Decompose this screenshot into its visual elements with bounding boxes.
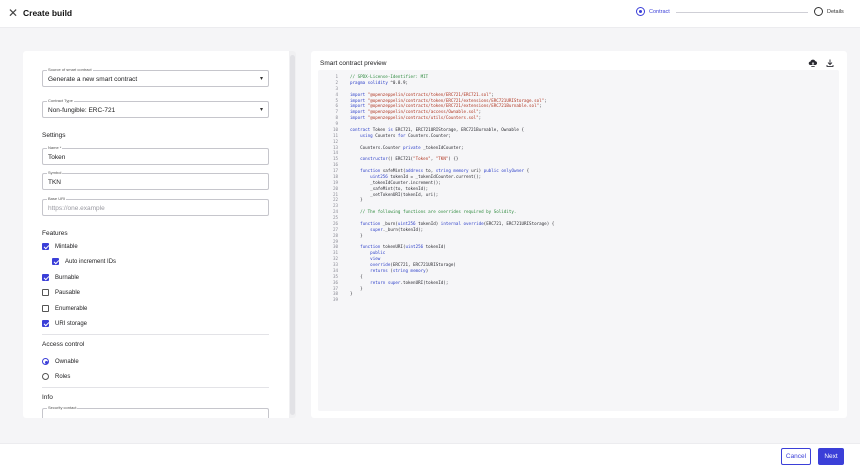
radio-unselected-icon bbox=[42, 373, 49, 380]
checkbox-label: Burnable bbox=[55, 274, 80, 281]
name-field[interactable]: Name * Token bbox=[42, 145, 269, 165]
line-number: 39 bbox=[332, 297, 338, 303]
feature-burnable-checkbox[interactable]: Burnable bbox=[42, 274, 79, 281]
access-roles-radio[interactable]: Roles bbox=[42, 373, 70, 380]
symbol-field[interactable]: Symbol TKN bbox=[42, 170, 269, 190]
checkbox-label: Mintable bbox=[55, 243, 78, 250]
code-text: } bbox=[350, 291, 353, 297]
form-scrollbar[interactable] bbox=[289, 51, 296, 418]
field-label: Security contact bbox=[47, 405, 78, 410]
feature-enumerable-checkbox[interactable]: Enumerable bbox=[42, 305, 87, 312]
field-label: Source of smart contract bbox=[47, 67, 93, 72]
step-details[interactable]: Details bbox=[812, 7, 844, 16]
security-contact-field[interactable]: Security contact bbox=[42, 405, 269, 418]
contract-type-select[interactable]: Contract Type Non-fungible: ERC-721 ▾ bbox=[42, 98, 269, 118]
feature-uri-storage-checkbox[interactable]: URI storage bbox=[42, 320, 87, 327]
info-heading: Info bbox=[42, 394, 53, 401]
code-text: return super.tokenURI(tokenId); bbox=[370, 279, 449, 285]
chevron-down-icon: ▾ bbox=[259, 107, 263, 113]
checkbox-checked-icon bbox=[42, 274, 49, 281]
step-inactive-icon bbox=[814, 7, 823, 16]
step-contract[interactable]: Contract bbox=[636, 7, 670, 16]
code-text: pragma solidity ^0.8.9; bbox=[350, 79, 409, 85]
checkbox-unchecked-icon bbox=[42, 289, 49, 296]
cloud-download-icon[interactable] bbox=[808, 58, 818, 68]
page-title: Create build bbox=[23, 8, 73, 18]
stepper-line bbox=[676, 12, 808, 13]
access-control-heading: Access control bbox=[42, 341, 85, 348]
step-label: Contract bbox=[649, 8, 670, 15]
field-placeholder: https://one.example bbox=[48, 205, 105, 212]
radio-label: Roles bbox=[55, 373, 71, 380]
code-viewer[interactable]: 1// SPDX-License-Identifier: MIT 2 pragma … bbox=[318, 70, 839, 411]
field-label: Contract Type bbox=[47, 98, 74, 103]
checkbox-checked-icon bbox=[42, 320, 49, 327]
field-value: Generate a new smart contract bbox=[48, 76, 138, 83]
code-line: 39 bbox=[322, 297, 554, 303]
checkbox-label: Auto increment IDs bbox=[65, 258, 117, 265]
bottom-bar bbox=[0, 443, 860, 467]
field-label: Base URI bbox=[47, 196, 67, 201]
feature-auto-increment-checkbox[interactable]: Auto increment IDs bbox=[52, 258, 116, 265]
field-value: Non-fungible: ERC-721 bbox=[48, 107, 116, 114]
step-active-icon bbox=[636, 7, 645, 16]
checkbox-label: Enumerable bbox=[55, 305, 88, 312]
radio-selected-icon bbox=[42, 358, 49, 365]
feature-mintable-checkbox[interactable]: Mintable bbox=[42, 243, 78, 250]
features-heading: Features bbox=[42, 230, 68, 237]
radio-label: Ownable bbox=[55, 358, 79, 365]
chevron-down-icon: ▾ bbox=[259, 76, 263, 82]
field-value: TKN bbox=[48, 179, 61, 186]
code-text: import "@openzeppelin/contracts/utils/Co… bbox=[350, 115, 482, 121]
checkbox-checked-icon bbox=[42, 243, 49, 250]
preview-title: Smart contract preview bbox=[320, 60, 387, 67]
code-text: _setTokenURI(tokenId, uri); bbox=[350, 191, 439, 197]
field-label: Symbol bbox=[47, 170, 63, 175]
checkbox-checked-icon bbox=[52, 258, 59, 265]
settings-heading: Settings bbox=[42, 132, 66, 139]
code-text: constructor() ERC721("Token", "TKN") {} bbox=[360, 156, 459, 162]
access-ownable-radio[interactable]: Ownable bbox=[42, 358, 79, 365]
scrollbar-thumb[interactable] bbox=[290, 55, 295, 415]
field-label: Name * bbox=[47, 145, 63, 150]
base-uri-field[interactable]: Base URI https://one.example bbox=[42, 196, 269, 216]
checkbox-label: URI storage bbox=[55, 320, 88, 327]
code-text: // The following functions are overrides… bbox=[350, 209, 517, 215]
build-form-panel: Source of smart contract Generate a new … bbox=[23, 51, 296, 418]
divider bbox=[42, 387, 269, 388]
next-button[interactable]: Next bbox=[818, 448, 844, 465]
top-bar: ✕ Create build Contract Details bbox=[0, 0, 860, 28]
checkbox-unchecked-icon bbox=[42, 305, 49, 312]
field-value: Token bbox=[48, 154, 66, 161]
feature-pausable-checkbox[interactable]: Pausable bbox=[42, 289, 80, 296]
code-lines: 1// SPDX-License-Identifier: MIT 2 pragma … bbox=[322, 74, 554, 303]
code-text: } bbox=[350, 197, 363, 203]
source-select[interactable]: Source of smart contract Generate a new … bbox=[42, 67, 269, 87]
code-text: using Counters for Counters.Counter; bbox=[360, 132, 451, 138]
close-icon[interactable]: ✕ bbox=[6, 6, 20, 20]
step-label: Details bbox=[827, 8, 844, 15]
divider bbox=[42, 334, 269, 335]
code-text: Counters.Counter private _tokenIdCounter… bbox=[350, 144, 464, 150]
checkbox-label: Pausable bbox=[55, 289, 81, 296]
contract-preview-panel: Smart contract preview 1// SPDX-License-… bbox=[311, 51, 847, 418]
code-text: } bbox=[350, 232, 363, 238]
cancel-button[interactable]: Cancel bbox=[781, 448, 811, 465]
download-icon[interactable] bbox=[825, 58, 835, 68]
